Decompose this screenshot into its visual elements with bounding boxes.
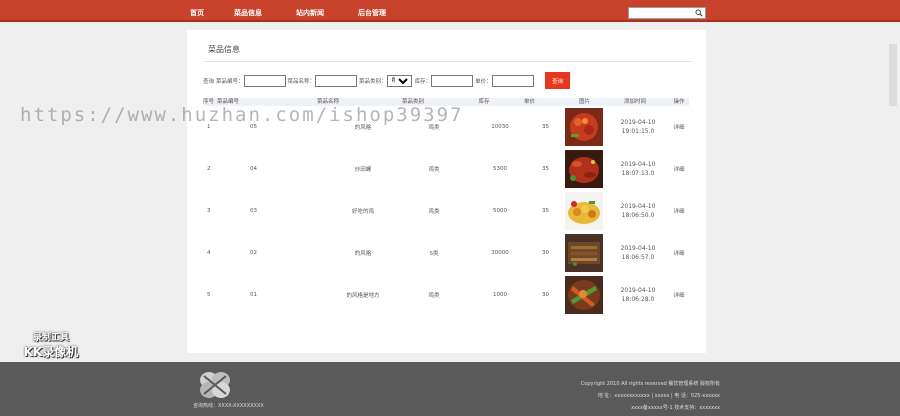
cell-name: 炒田螺 — [354, 167, 372, 173]
cell-price: 35 — [542, 208, 549, 214]
dish-table: 序号 菜品编号 菜品名称 菜品类别 库存 单价 图片 添加时间 操作 1 05 的风… — [203, 98, 689, 316]
dish-category-select[interactable]: 所有 — [386, 75, 412, 87]
detail-link[interactable]: 详细 — [669, 165, 689, 173]
footer-address: 地 址：xxxxxxxxxxxx | xxxxx | 电 话：025-xxxxx… — [597, 393, 720, 399]
filter-form: 查询 菜品编号： 菜品名称： 菜品类别： 所有 库存： 单价： — [203, 74, 603, 88]
site-footer: 咨询热线：XXXX-XXXXXXXXX Copyright 2010 All r… — [0, 362, 900, 416]
main-nav: 首页 菜品信息 站内新闻 后台管理 — [190, 0, 420, 22]
cell-time: 18:06:57.0 — [621, 254, 655, 261]
cell-code: 03 — [250, 208, 257, 214]
cell-code: 02 — [250, 250, 257, 256]
cell-date: 2019-04-10 — [620, 287, 656, 294]
cell-seq: 2 — [207, 166, 211, 172]
cell-seq: 4 — [207, 250, 211, 256]
footer-info: Copyright 2010 All rights reserved 餐饮管理系… — [530, 378, 720, 414]
search-input[interactable] — [629, 8, 695, 18]
watermark-text: https://www.huzhan.com/ishop39397 — [20, 104, 464, 126]
filter-name-label: 菜品名称： — [287, 79, 316, 85]
detail-link[interactable]: 详细 — [669, 123, 689, 131]
header-op: 操作 — [673, 99, 685, 105]
cell-date: 2019-04-10 — [620, 119, 656, 126]
cell-stock: 1000 — [493, 292, 507, 298]
cell-name: 的风格是地方 — [346, 293, 380, 299]
cell-time: 18:06:28.0 — [621, 296, 655, 303]
recorder-badge: 录制工具 KK录像机 — [18, 330, 84, 360]
detail-link[interactable]: 详细 — [669, 291, 689, 299]
cell-category: 鸡类 — [428, 209, 440, 215]
cell-date: 2019-04-10 — [620, 203, 656, 210]
filter-stock-label: 库存： — [414, 79, 432, 85]
query-button[interactable]: 查询 — [545, 72, 570, 89]
price-input[interactable] — [491, 75, 534, 87]
cell-category: S类 — [429, 251, 439, 257]
cell-stock: 10030 — [491, 124, 509, 130]
cell-stock: 5300 — [493, 166, 507, 172]
nav-home[interactable]: 首页 — [190, 0, 204, 22]
cell-seq: 3 — [207, 208, 211, 214]
dish-image — [565, 150, 603, 188]
stock-input[interactable] — [431, 75, 474, 87]
table-row: 5 01 的风格是地方 鸡类 1000 30 2019-04-10 18:06:28.0 详细 — [203, 274, 689, 316]
table-body: 1 05 的风格 鸡类 10030 35 2019-04-10 19:01:15.0 详细 2 04… — [203, 106, 689, 316]
cell-added-time: 2019-04-10 18:06:50.0 — [611, 202, 665, 220]
cell-category: 鸡类 — [428, 167, 440, 173]
nav-news[interactable]: 站内新闻 — [296, 0, 324, 22]
cell-added-time: 2019-04-10 18:06:28.0 — [611, 286, 665, 304]
cell-time: 18:06:50.0 — [621, 212, 655, 219]
cell-added-time: 2019-04-10 18:07:13.0 — [611, 160, 665, 178]
search-icon[interactable] — [695, 9, 703, 17]
footer-logo-icon — [200, 372, 230, 398]
detail-link[interactable]: 详细 — [669, 207, 689, 215]
page-title: 菜品信息 — [208, 45, 240, 54]
cell-code: 01 — [250, 292, 257, 298]
cell-time: 19:01:15.0 — [621, 128, 655, 135]
footer-copyright: Copyright 2010 All rights reserved 餐饮管理系… — [580, 381, 720, 387]
title-divider — [203, 61, 693, 62]
cell-price: 35 — [542, 124, 549, 130]
header-time: 添加时间 — [623, 99, 646, 105]
cell-added-time: 2019-04-10 19:01:15.0 — [611, 118, 665, 136]
detail-link[interactable]: 详细 — [669, 249, 689, 257]
dish-image — [565, 276, 603, 314]
cell-price: 30 — [542, 292, 549, 298]
cell-name: 好吃的鸡 — [351, 209, 374, 215]
header-price: 单价 — [523, 99, 535, 105]
filter-prefix: 查询 — [203, 79, 215, 85]
cell-time: 18:07:13.0 — [621, 170, 655, 177]
site-search — [628, 7, 706, 19]
nav-admin[interactable]: 后台管理 — [358, 0, 386, 22]
page-scrollbar[interactable] — [889, 44, 897, 106]
top-nav-bar: 首页 菜品信息 站内新闻 后台管理 — [0, 0, 900, 22]
table-row: 2 04 炒田螺 鸡类 5300 35 2019-04-10 18:07:13.0 详细 — [203, 148, 689, 190]
footer-record: xxxx备xxxxx号-1 技术支持：xxxxxxx — [631, 405, 720, 411]
cell-date: 2019-04-10 — [620, 161, 656, 168]
filter-price-label: 单价： — [475, 79, 492, 85]
dish-code-input[interactable] — [243, 75, 286, 87]
nav-dishes[interactable]: 菜品信息 — [234, 0, 262, 22]
recorder-badge-line1: 录制工具 — [32, 333, 69, 343]
dish-image — [565, 234, 603, 272]
dish-image — [565, 192, 603, 230]
table-row: 3 03 好吃的鸡 鸡类 5000 35 2019-04-10 18:06:50.0 详细 — [203, 190, 689, 232]
recorder-badge-line2: KK录像机 — [23, 345, 79, 359]
dish-image — [565, 108, 603, 146]
cell-code: 04 — [250, 166, 257, 172]
header-stock: 库存 — [478, 99, 490, 105]
dish-list-panel: 菜品信息 查询 菜品编号： 菜品名称： 菜品类别： 所有 库存： 单价： 查询 … — [187, 30, 706, 353]
cell-price: 35 — [542, 166, 549, 172]
filter-category-label: 菜品类别： — [359, 79, 387, 85]
cell-added-time: 2019-04-10 18:06:57.0 — [611, 244, 665, 262]
footer-phone: 咨询热线：XXXX-XXXXXXXXX — [193, 403, 264, 409]
filter-code-label: 菜品编号： — [216, 79, 244, 85]
cell-stock: 5000 — [493, 208, 507, 214]
table-row: 4 02 的风格 S类 30000 30 2019-04-10 18:06:57.0 详细 — [203, 232, 689, 274]
cell-date: 2019-04-10 — [620, 245, 656, 252]
cell-stock: 30000 — [491, 250, 509, 256]
header-image: 图片 — [579, 99, 591, 105]
dish-name-input[interactable] — [315, 75, 358, 87]
cell-name: 的风格 — [354, 251, 372, 257]
cell-seq: 5 — [207, 292, 211, 298]
cell-category: 鸡类 — [428, 293, 440, 299]
cell-price: 30 — [542, 250, 549, 256]
